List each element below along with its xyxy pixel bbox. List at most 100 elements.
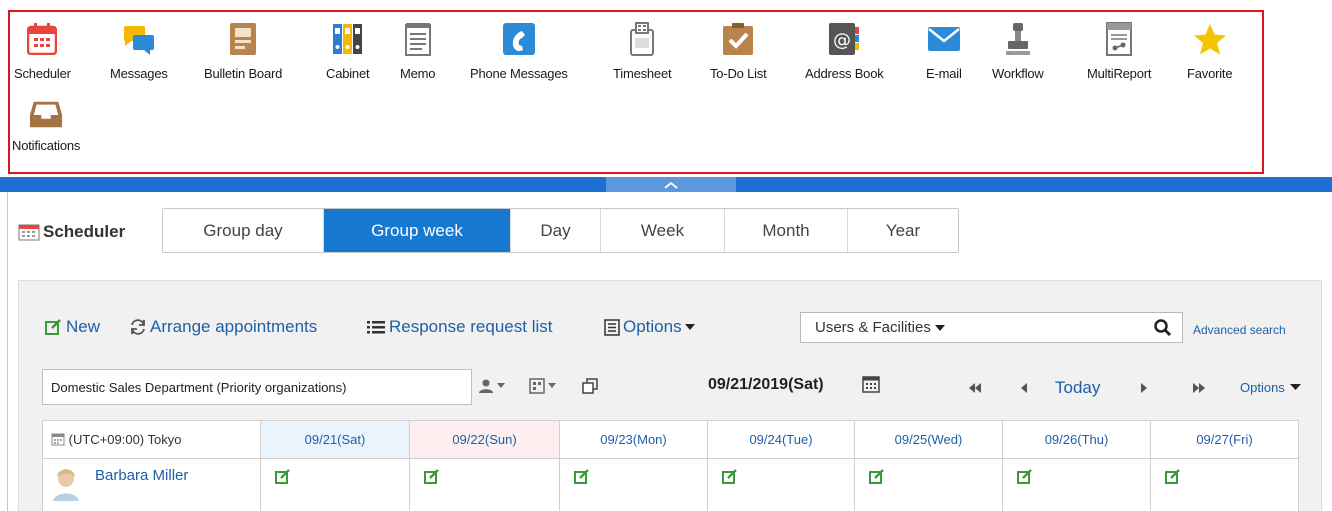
binders-icon [331,22,365,56]
options-menu-button[interactable]: Options [604,317,699,337]
app-workflow[interactable]: Workflow [992,22,1044,81]
user-select-button[interactable] [478,374,505,398]
app-timesheet[interactable]: Timesheet [613,22,672,81]
user-name-link[interactable]: Barbara Miller [95,467,188,484]
tab-day[interactable]: Day [511,209,601,252]
next-day-button[interactable] [1140,380,1148,398]
app-label: Workflow [992,66,1044,81]
app-label: MultiReport [1087,66,1152,81]
at-sign-book-icon: @ [827,22,861,56]
app-label: Phone Messages [470,66,568,81]
left-border [7,192,8,511]
tab-week[interactable]: Week [601,209,725,252]
app-label: Bulletin Board [204,66,283,81]
date-picker-button[interactable] [862,375,880,398]
new-entry-icon [275,469,290,484]
arrange-appointments-button[interactable]: Arrange appointments [129,317,317,337]
new-entry-icon [722,469,737,484]
arrange-label: Arrange appointments [150,317,318,336]
previous-day-button[interactable] [1020,380,1028,398]
svg-text:@: @ [833,30,851,51]
user-cell: Barbara Miller [42,458,261,511]
day-header-sat[interactable]: 09/21(Sat) [260,420,410,459]
today-button[interactable]: Today [1055,378,1100,398]
users-facilities-select[interactable]: Users & Facilities [800,312,976,343]
new-appointment-button[interactable]: New [45,317,100,337]
app-email[interactable]: E-mail [926,22,962,81]
add-appointment-cell[interactable] [707,458,855,511]
day-header-thu[interactable]: 09/26(Thu) [1002,420,1151,459]
app-memo[interactable]: Memo [400,22,436,81]
app-address-book[interactable]: @ Address Book [805,22,884,81]
app-todo-list[interactable]: To-Do List [710,22,767,81]
calendar-icon [18,224,40,241]
popup-window-button[interactable] [582,374,598,398]
new-entry-icon [869,469,884,484]
day-header-wed[interactable]: 09/25(Wed) [854,420,1003,459]
checkbox-icon [721,22,755,56]
new-entry-icon [45,319,61,335]
current-date: 09/21/2019(Sat) [708,376,824,393]
app-phone-messages[interactable]: Phone Messages [470,22,568,81]
timezone-cell: (UTC+09:00) Tokyo [42,420,261,459]
tab-group-day[interactable]: Group day [163,209,324,252]
day-header-mon[interactable]: 09/23(Mon) [559,420,708,459]
add-appointment-cell[interactable] [559,458,708,511]
app-scheduler[interactable]: Scheduler [14,22,71,81]
app-favorite[interactable]: Favorite [1187,22,1233,81]
tab-group-week[interactable]: Group week [324,209,511,252]
caret-down-icon [497,383,505,388]
new-entry-icon [424,469,439,484]
facility-select-button[interactable] [529,374,556,398]
report-icon [1102,22,1136,56]
person-icon [479,379,493,393]
search-button[interactable] [1153,318,1173,338]
new-entry-icon [1165,469,1180,484]
department-select[interactable]: Domestic Sales Department (Priority orga… [42,369,472,405]
next-week-button[interactable] [1192,380,1206,398]
new-entry-icon [574,469,589,484]
caret-down-icon [934,324,945,331]
right-arrow-icon [1141,383,1147,393]
collapse-menu-button[interactable] [606,177,736,192]
inbox-tray-icon [29,98,63,132]
app-cabinet[interactable]: Cabinet [326,22,370,81]
view-options-label: Options [1240,380,1285,395]
view-tabs: Group day Group week Day Week Month Year [162,208,959,253]
day-header-tue[interactable]: 09/24(Tue) [707,420,855,459]
response-label: Response request list [389,317,553,336]
previous-week-button[interactable] [968,380,982,398]
response-request-list-button[interactable]: Response request list [366,317,552,337]
tab-month[interactable]: Month [725,209,848,252]
caret-down-icon [548,383,556,388]
envelope-icon [927,22,961,56]
add-appointment-cell[interactable] [409,458,560,511]
advanced-search-link[interactable]: Advanced search [1193,323,1286,337]
app-bulletin-board[interactable]: Bulletin Board [204,22,282,81]
calendar-icon [862,376,880,393]
app-label: Notifications [12,138,81,153]
day-header-fri[interactable]: 09/27(Fri) [1150,420,1299,459]
add-appointment-cell[interactable] [1150,458,1299,511]
app-label: Memo [400,66,436,81]
caret-down-icon [1289,384,1301,390]
search-input[interactable] [975,312,1183,343]
add-appointment-cell[interactable] [1002,458,1151,511]
chevron-up-icon [664,181,678,189]
add-appointment-cell[interactable] [854,458,1003,511]
table-header-row: (UTC+09:00) Tokyo 09/21(Sat) 09/22(Sun) … [42,420,1299,459]
day-header-sun[interactable]: 09/22(Sun) [409,420,560,459]
page-title: Scheduler [18,222,125,242]
app-notifications[interactable]: Notifications [12,98,80,153]
schedule-table: (UTC+09:00) Tokyo 09/21(Sat) 09/22(Sun) … [42,420,1299,511]
timecard-icon [625,22,659,56]
app-multireport[interactable]: MultiReport [1087,22,1151,81]
app-menu: Scheduler Messages Bulletin Board Cabine… [0,0,1332,177]
app-messages[interactable]: Messages [110,22,168,81]
tab-year[interactable]: Year [848,209,958,252]
phone-icon [502,22,536,56]
add-appointment-cell[interactable] [260,458,410,511]
view-options-button[interactable]: Options [1240,380,1301,395]
app-label: E-mail [926,66,962,81]
new-label: New [66,317,101,336]
